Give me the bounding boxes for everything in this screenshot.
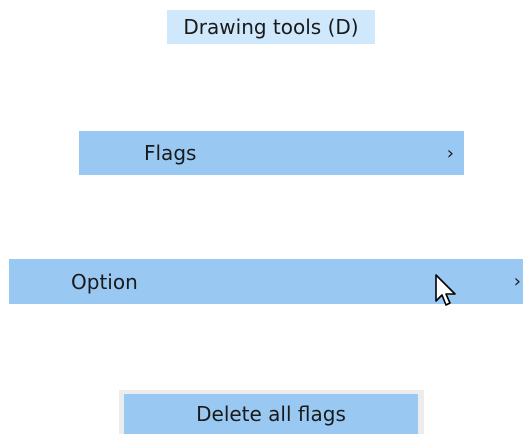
delete-all-flags-label: Delete all flags bbox=[196, 402, 346, 426]
drawing-tools-title-label: Drawing tools (D) bbox=[183, 15, 359, 39]
menu-item-flags-label: Flags bbox=[144, 141, 197, 165]
menu-item-option-label: Option bbox=[71, 269, 138, 294]
arrow-pointer-icon bbox=[435, 274, 456, 306]
chevron-right-icon: › bbox=[446, 142, 454, 164]
drawing-tools-title: Drawing tools (D) bbox=[167, 10, 375, 44]
menu-item-flags[interactable]: Flags › bbox=[79, 131, 464, 175]
chevron-right-icon: › bbox=[513, 271, 521, 292]
delete-all-flags-button[interactable]: Delete all flags bbox=[124, 394, 418, 434]
